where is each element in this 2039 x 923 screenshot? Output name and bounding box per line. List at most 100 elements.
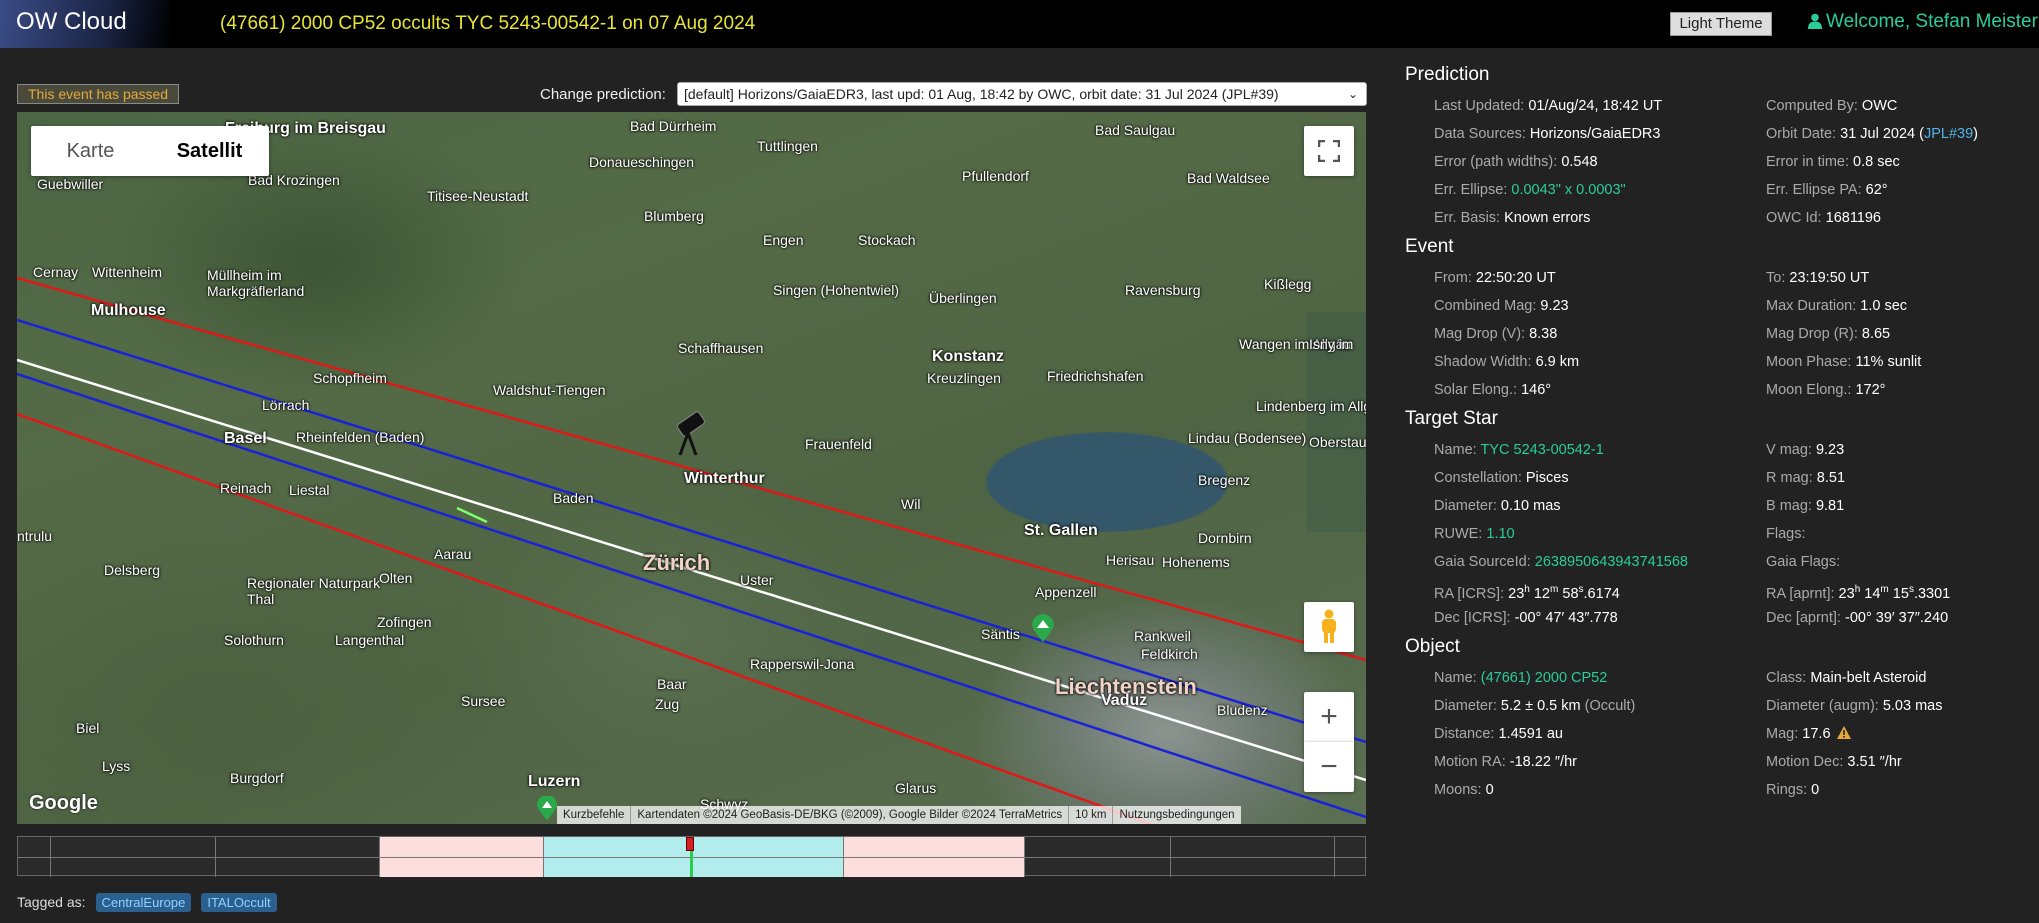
ra-part: 23 [1838, 585, 1855, 602]
details-panel: Prediction Last Updated: 01/Aug/24, 18:42… [1405, 64, 2025, 808]
row-value: 62° [1865, 182, 1888, 198]
place-label: Guebwiller [37, 176, 104, 192]
row-value: 23:19:50 UT [1789, 270, 1870, 286]
prediction-row: Err. Basis: Known errors [1434, 204, 1766, 232]
place-label: Uster [740, 572, 774, 588]
event-row: Max Duration: 1.0 sec [1766, 292, 2039, 320]
row-key: Dec [aprnt]: [1766, 610, 1841, 626]
timeline[interactable] [17, 836, 1367, 877]
timeline-handle[interactable] [686, 837, 694, 851]
target-row: Dec [ICRS]: -00° 47′ 43″.778 [1434, 604, 1766, 632]
place-label: Bad Dürrheim [630, 118, 717, 134]
place-label: Schopfheim [313, 370, 387, 386]
row-key: Mag Drop (R): [1766, 326, 1858, 342]
row-key: Diameter: [1434, 698, 1497, 714]
place-label: Wil [901, 496, 921, 512]
map-type-karte[interactable]: Karte [31, 126, 150, 176]
logo-text: OW Cloud [16, 8, 127, 35]
target-row: Dec [aprnt]: -00° 39′ 37″.240 [1766, 604, 2039, 632]
place-label: Delsberg [104, 562, 161, 578]
row-value: 6.9 km [1535, 354, 1580, 370]
event-row: Moon Phase: 11% sunlit [1766, 348, 2039, 376]
prediction-row: Error (path widths): 0.548 [1434, 148, 1766, 176]
map-scale[interactable]: 10 km [1069, 806, 1114, 824]
ra-part: .6174 [1583, 585, 1620, 602]
row-value: 5.03 mas [1882, 698, 1943, 714]
mountain-pin-icon [1032, 614, 1054, 642]
target-row: V mag: 9.23 [1766, 436, 2039, 464]
place-label: Zürich [643, 550, 711, 575]
row-value-link[interactable]: TYC 5243-00542-1 [1481, 442, 1604, 458]
logo[interactable]: OW Cloud [0, 0, 170, 48]
row-key: Motion Dec: [1766, 754, 1844, 770]
prediction-row: OWC Id: 1681196 [1766, 204, 2039, 232]
tag-italoccult[interactable]: ITALOccult [201, 893, 277, 912]
event-row: Mag Drop (V): 8.38 [1434, 320, 1766, 348]
light-theme-button[interactable]: Light Theme [1670, 12, 1772, 36]
ra-part: 12 [1529, 585, 1551, 602]
place-label: Oberstau [1309, 434, 1366, 450]
place-label: Feldkirch [1141, 646, 1198, 662]
warning-icon[interactable] [1836, 726, 1851, 739]
map-data-credit: Kartendaten ©2024 GeoBasis-DE/BKG (©2009… [631, 806, 1070, 824]
row-value: 8.65 [1861, 326, 1891, 342]
row-value: 11% sunlit [1855, 354, 1922, 370]
row-value: 0 [1485, 782, 1494, 798]
place-label: Wittenheim [92, 264, 163, 280]
place-label: Herisau [1106, 552, 1155, 568]
welcome-user[interactable]: Welcome, Stefan Meister [1808, 11, 2038, 33]
ra-part: 15 [1888, 585, 1909, 602]
row-value: 31 Jul 2024 ( [1840, 126, 1924, 142]
prediction-row: Computed By: OWC [1766, 92, 2039, 120]
row-key: Dec [ICRS]: [1434, 610, 1511, 626]
prediction-row: Last Updated: 01/Aug/24, 18:42 UT [1434, 92, 1766, 120]
page-title: (47661) 2000 CP52 occults TYC 5243-00542… [220, 13, 756, 34]
fullscreen-button[interactable] [1304, 126, 1354, 176]
map-type-satellit[interactable]: Satellit [150, 126, 269, 176]
event-heading: Event [1405, 236, 1454, 257]
fullscreen-icon [1317, 139, 1341, 163]
ra-part: 14 [1860, 585, 1881, 602]
row-value: 8.38 [1529, 326, 1558, 342]
place-label: Baar [657, 676, 687, 692]
terms-link[interactable]: Nutzungsbedingungen [1113, 806, 1240, 824]
map[interactable]: Freiburg im Breisgau Bad Dürrheim Tuttling… [17, 112, 1366, 824]
row-value: -00° 39′ 37″.240 [1844, 610, 1949, 626]
tags: Tagged as: CentralEurope ITALOccult [17, 893, 277, 912]
row-key: Constellation: [1434, 470, 1522, 486]
place-label: Friedrichshafen [1047, 368, 1144, 384]
place-label: Konstanz [932, 348, 1004, 365]
orbit-link[interactable]: JPL#39 [1924, 126, 1973, 142]
place-label: Dornbirn [1198, 530, 1252, 546]
place-label: Bregenz [1198, 472, 1251, 488]
prediction-row: Data Sources: Horizons/GaiaEDR3 [1434, 120, 1766, 148]
prediction-row: Orbit Date: 31 Jul 2024 (JPL#39) [1766, 120, 2039, 148]
timeline-tick [1024, 837, 1025, 877]
row-value-link[interactable]: 2638950643943741568 [1535, 554, 1688, 570]
street-view-button[interactable] [1304, 602, 1354, 652]
place-label: Luzern [528, 773, 581, 790]
tag-central-europe[interactable]: CentralEurope [95, 893, 192, 912]
row-value: 01/Aug/24, 18:42 UT [1528, 98, 1663, 114]
object-row: Mag: 17.6 [1766, 720, 2039, 748]
event-row: To: 23:19:50 UT [1766, 264, 2039, 292]
row-value-link[interactable]: 0.0043" x 0.0003" [1511, 182, 1625, 198]
row-key: Combined Mag: [1434, 298, 1537, 314]
place-label: Sursee [461, 693, 506, 709]
row-value: 1.4591 au [1498, 726, 1563, 742]
event-row: Moon Elong.: 172° [1766, 376, 2039, 404]
row-note: (Occult) [1584, 698, 1636, 714]
row-value-link[interactable]: (47661) 2000 CP52 [1481, 670, 1608, 686]
row-value-link[interactable]: 1.10 [1486, 526, 1514, 542]
row-value: -18.22 ″/hr [1509, 754, 1577, 770]
row-key: Orbit Date: [1766, 126, 1837, 142]
target-row: RA [ICRS]: 23h 12m 58s.6174 [1434, 576, 1766, 604]
row-key: Rings: [1766, 782, 1808, 798]
row-key: Shadow Width: [1434, 354, 1532, 370]
prediction-select[interactable]: [default] Horizons/GaiaEDR3, last upd: 0… [677, 82, 1367, 106]
row-value: 9.81 [1815, 498, 1845, 514]
keyboard-shortcuts-link[interactable]: Kurzbefehle [557, 806, 632, 824]
zoom-out-button[interactable]: − [1304, 742, 1354, 792]
event-row: From: 22:50:20 UT [1434, 264, 1766, 292]
zoom-in-button[interactable]: + [1304, 692, 1354, 742]
